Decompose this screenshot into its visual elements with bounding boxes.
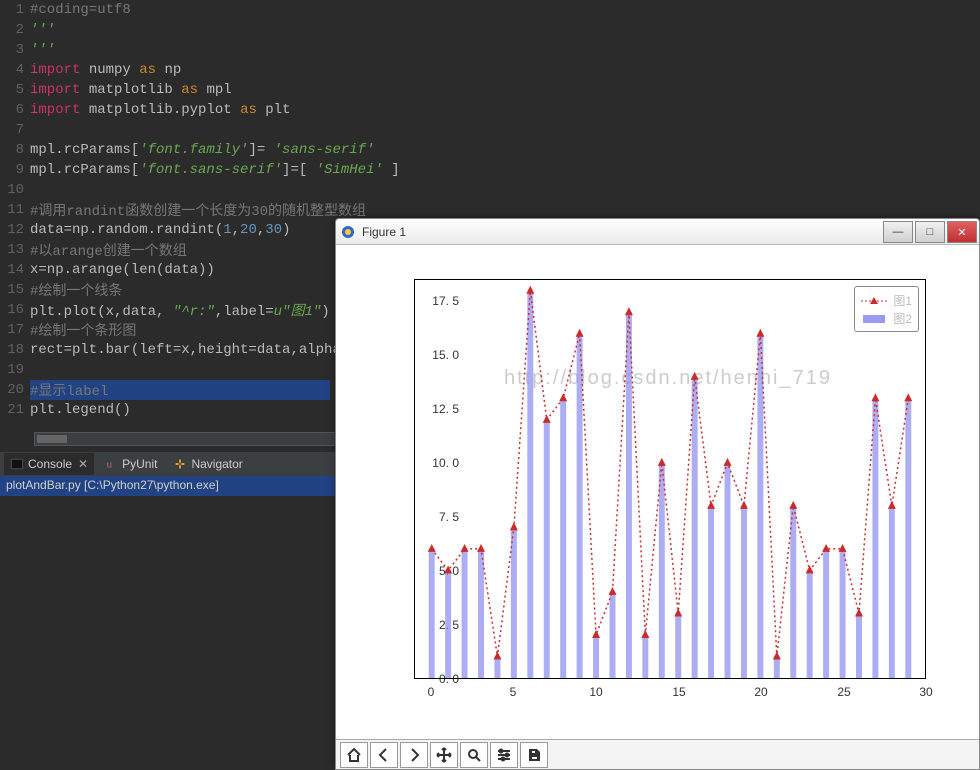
xtick: 5: [510, 685, 517, 699]
home-icon[interactable]: [340, 742, 368, 768]
figure-title: Figure 1: [362, 225, 406, 239]
figure-window[interactable]: Figure 1 — □ ✕ http://blog.csdn.net/henn…: [335, 218, 980, 770]
legend-marker-2: [861, 313, 887, 323]
tab-navigator-label: Navigator: [191, 457, 242, 471]
xtick: 25: [837, 685, 850, 699]
legend-label-2: 图2: [893, 310, 912, 327]
pyunit-icon: u: [104, 457, 118, 471]
code-line: #coding=utf8: [30, 2, 131, 18]
tab-pyunit[interactable]: u PyUnit: [98, 453, 163, 475]
xtick: 10: [589, 685, 602, 699]
legend-marker-1: [861, 295, 887, 305]
gutter: 1: [0, 2, 30, 18]
scrollbar-thumb[interactable]: [37, 435, 67, 443]
svg-text:u: u: [107, 460, 112, 471]
configure-icon[interactable]: [490, 742, 518, 768]
forward-icon[interactable]: [400, 742, 428, 768]
save-icon[interactable]: [520, 742, 548, 768]
console-icon: [10, 457, 24, 471]
xtick: 0: [428, 685, 435, 699]
zoom-icon[interactable]: [460, 742, 488, 768]
back-icon[interactable]: [370, 742, 398, 768]
tab-console-label: Console: [28, 457, 72, 471]
tab-navigator[interactable]: Navigator: [167, 453, 248, 475]
selected-line: #显示label: [30, 380, 330, 400]
maximize-button[interactable]: □: [915, 221, 945, 243]
navigator-icon: [173, 457, 187, 471]
close-button[interactable]: ✕: [947, 221, 977, 243]
tab-pyunit-label: PyUnit: [122, 457, 157, 471]
xtick: 15: [672, 685, 685, 699]
minimize-button[interactable]: —: [883, 221, 913, 243]
app-icon: [340, 224, 356, 240]
figure-titlebar[interactable]: Figure 1 — □ ✕: [336, 219, 979, 245]
pan-icon[interactable]: [430, 742, 458, 768]
xtick: 20: [754, 685, 767, 699]
matplotlib-toolbar: [336, 739, 979, 769]
legend: 图1 图2: [854, 286, 919, 332]
close-icon[interactable]: ✕: [78, 457, 88, 471]
tab-console[interactable]: Console ✕: [4, 453, 94, 475]
xtick: 30: [919, 685, 932, 699]
plot-area: 图1 图2: [414, 279, 926, 679]
legend-label-1: 图1: [893, 292, 912, 309]
